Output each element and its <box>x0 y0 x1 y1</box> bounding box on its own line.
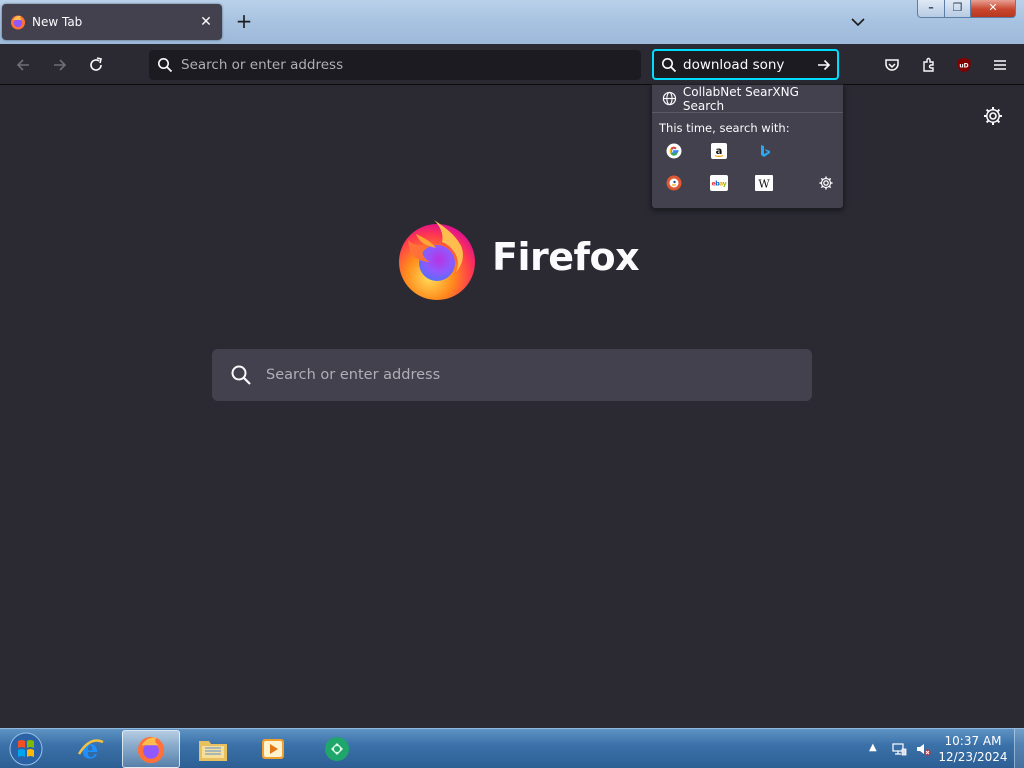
list-all-tabs-icon[interactable] <box>848 12 868 32</box>
search-go-button[interactable] <box>811 53 837 77</box>
title-bar: New Tab ✕ + – ❐ ✕ <box>0 0 1024 44</box>
google-engine-button[interactable] <box>664 141 684 161</box>
reload-button[interactable] <box>83 52 109 78</box>
duckduckgo-icon <box>666 175 682 191</box>
wikipedia-engine-button[interactable]: W <box>754 173 774 193</box>
green-app-icon <box>325 737 349 761</box>
taskbar-file-explorer[interactable] <box>184 730 242 768</box>
firefox-logo-icon <box>399 220 475 300</box>
amazon-engine-button[interactable]: a <box>709 141 729 161</box>
current-engine-label: CollabNet SearXNG Search <box>682 84 799 113</box>
firefox-favicon-icon <box>11 15 25 30</box>
taskbar-media-player[interactable] <box>244 730 302 768</box>
folder-icon <box>199 741 227 761</box>
globe-icon <box>662 91 677 106</box>
tab-title: New Tab <box>32 15 83 29</box>
svg-text:y: y <box>723 181 727 188</box>
taskbar-firefox[interactable] <box>122 730 180 768</box>
hamburger-menu-icon <box>994 60 1006 70</box>
gear-icon <box>819 176 833 190</box>
bing-icon <box>761 145 770 157</box>
firefox-wordmark: Firefox <box>492 235 640 279</box>
forward-arrow-icon <box>54 59 67 71</box>
windows-taskbar: e ▲ 10:37 AM 12/23/2024 <box>0 728 1024 768</box>
duckduckgo-engine-button[interactable] <box>664 173 684 193</box>
taskbar-app-green[interactable] <box>308 730 366 768</box>
svg-text:a: a <box>716 146 723 157</box>
taskbar-internet-explorer[interactable]: e <box>61 730 119 768</box>
current-engine-row[interactable]: CollabNet SearXNG Search <box>652 85 843 113</box>
svg-text:W: W <box>758 178 770 191</box>
window-minimize-button[interactable]: – <box>917 0 945 18</box>
search-settings-button[interactable] <box>816 173 836 193</box>
app-menu-button[interactable] <box>987 52 1013 78</box>
forward-button[interactable] <box>47 52 73 78</box>
amazon-icon: a <box>711 143 727 159</box>
show-hidden-icons-button[interactable]: ▲ <box>869 742 879 758</box>
new-tab-button[interactable]: + <box>234 11 254 32</box>
ublock-origin-icon: uD <box>957 57 971 73</box>
bing-engine-button[interactable] <box>755 141 775 161</box>
new-tab-search-placeholder: Search or enter address <box>266 367 441 383</box>
one-off-search-hint: This time, search with: <box>659 121 790 135</box>
firefox-icon <box>137 736 165 764</box>
one-off-engines: a e b a y W <box>652 135 843 205</box>
window-close-button[interactable]: ✕ <box>970 0 1016 18</box>
arrow-right-icon <box>818 59 831 70</box>
new-tab-search-box[interactable]: Search or enter address <box>212 349 812 401</box>
puzzle-icon <box>923 57 934 72</box>
system-clock[interactable]: 10:37 AM 12/23/2024 <box>938 733 1008 765</box>
clock-date: 12/23/2024 <box>938 750 1008 764</box>
windows-start-button[interactable] <box>4 730 48 768</box>
svg-text:uD: uD <box>959 63 968 70</box>
extensions-button[interactable] <box>916 52 942 78</box>
new-tab-page: Firefox Search or enter address <box>0 85 1024 728</box>
wikipedia-icon: W <box>755 175 773 191</box>
search-bar-input[interactable]: download sony <box>683 57 811 73</box>
search-icon <box>231 365 251 385</box>
google-icon <box>666 143 682 159</box>
address-bar[interactable]: Search or enter address <box>149 50 641 80</box>
ebay-icon: e b a y <box>710 175 728 191</box>
volume-muted-icon[interactable] <box>915 741 931 757</box>
tab-new-tab[interactable]: New Tab ✕ <box>2 4 222 40</box>
pocket-icon <box>885 59 899 71</box>
network-icon[interactable] <box>891 741 907 757</box>
search-icon <box>662 57 677 72</box>
address-bar-placeholder: Search or enter address <box>181 57 344 73</box>
window-maximize-button[interactable]: ❐ <box>944 0 971 18</box>
internet-explorer-icon: e <box>77 735 104 764</box>
tab-close-icon[interactable]: ✕ <box>198 14 214 30</box>
show-desktop-button[interactable] <box>1014 729 1024 768</box>
search-suggestions-popup: CollabNet SearXNG Search This time, sear… <box>651 84 844 209</box>
search-icon <box>158 58 173 73</box>
back-arrow-icon <box>16 59 29 71</box>
navigation-toolbar: Search or enter address download sony uD <box>0 44 1024 85</box>
gear-icon[interactable] <box>982 105 1004 127</box>
ublock-origin-button[interactable]: uD <box>951 52 977 78</box>
ebay-engine-button[interactable]: e b a y <box>709 173 729 193</box>
search-bar[interactable]: download sony <box>652 49 839 80</box>
pocket-button[interactable] <box>879 52 905 78</box>
reload-icon <box>90 57 102 71</box>
back-button[interactable] <box>10 52 36 78</box>
media-player-icon <box>262 739 284 759</box>
clock-time: 10:37 AM <box>944 734 1002 748</box>
